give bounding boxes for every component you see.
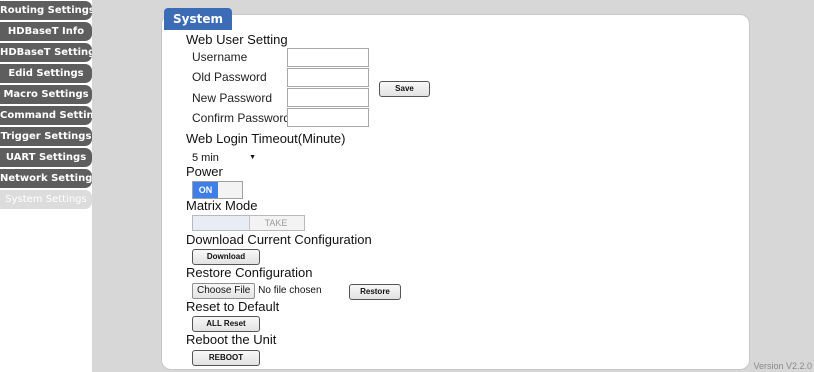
sidebar: Routing Settings HDBaseT Info HDBaseT Se…: [0, 0, 92, 372]
matrix-mode-left-segment: [193, 216, 250, 230]
save-button[interactable]: Save: [379, 81, 430, 97]
matrix-mode-toggle[interactable]: TAKE: [192, 215, 305, 231]
sidebar-item-edid-settings[interactable]: Edid Settings: [0, 64, 92, 83]
choose-file-button[interactable]: Choose File: [192, 283, 256, 299]
sidebar-item-hdbaset-settings[interactable]: HDBaseT Settings: [0, 43, 92, 62]
new-password-input[interactable]: [287, 88, 369, 107]
download-button[interactable]: Download: [192, 249, 260, 265]
restore-heading: Restore Configuration: [186, 265, 313, 280]
version-label: Version V2.2.0: [753, 361, 812, 371]
power-toggle[interactable]: ON: [192, 181, 243, 199]
sidebar-item-macro-settings[interactable]: Macro Settings: [0, 85, 92, 104]
reset-heading: Reset to Default: [186, 299, 280, 314]
sidebar-item-command-settings[interactable]: Command Settings: [0, 106, 92, 125]
download-heading: Download Current Configuration: [186, 232, 372, 247]
sidebar-item-routing-settings[interactable]: Routing Settings: [0, 1, 92, 20]
power-toggle-state: ON: [193, 182, 218, 198]
timeout-selected-value: 5 min: [192, 152, 219, 164]
web-user-heading: Web User Setting: [186, 32, 288, 47]
sidebar-item-network-settings[interactable]: Network Settings: [0, 169, 92, 188]
sidebar-item-hdbaset-info[interactable]: HDBaseT Info: [0, 22, 92, 41]
confirm-password-input[interactable]: [287, 108, 369, 127]
username-input[interactable]: [287, 48, 369, 67]
old-password-label: Old Password: [192, 70, 267, 84]
old-password-input[interactable]: [287, 68, 369, 87]
sidebar-item-uart-settings[interactable]: UART Settings: [0, 148, 92, 167]
username-label: Username: [192, 50, 248, 64]
file-status: No file chosen: [258, 285, 322, 296]
all-reset-button[interactable]: ALL Reset: [192, 316, 260, 332]
reboot-button[interactable]: REBOOT: [192, 350, 260, 366]
new-password-label: New Password: [192, 91, 273, 105]
matrix-mode-heading: Matrix Mode: [186, 198, 258, 213]
chevron-down-icon: ▼: [249, 154, 256, 161]
restore-button[interactable]: Restore: [349, 284, 401, 300]
matrix-take-label: TAKE: [264, 218, 288, 228]
confirm-password-label: Confirm Password: [192, 111, 291, 125]
power-heading: Power: [186, 164, 223, 179]
sidebar-item-trigger-settings[interactable]: Trigger Settings: [0, 127, 92, 146]
reboot-heading: Reboot the Unit: [186, 332, 277, 347]
timeout-heading: Web Login Timeout(Minute): [186, 131, 346, 146]
panel-title: System: [164, 8, 232, 30]
file-chooser: Choose File No file chosen: [192, 283, 322, 299]
sidebar-item-system-settings[interactable]: System Settings: [0, 190, 92, 209]
